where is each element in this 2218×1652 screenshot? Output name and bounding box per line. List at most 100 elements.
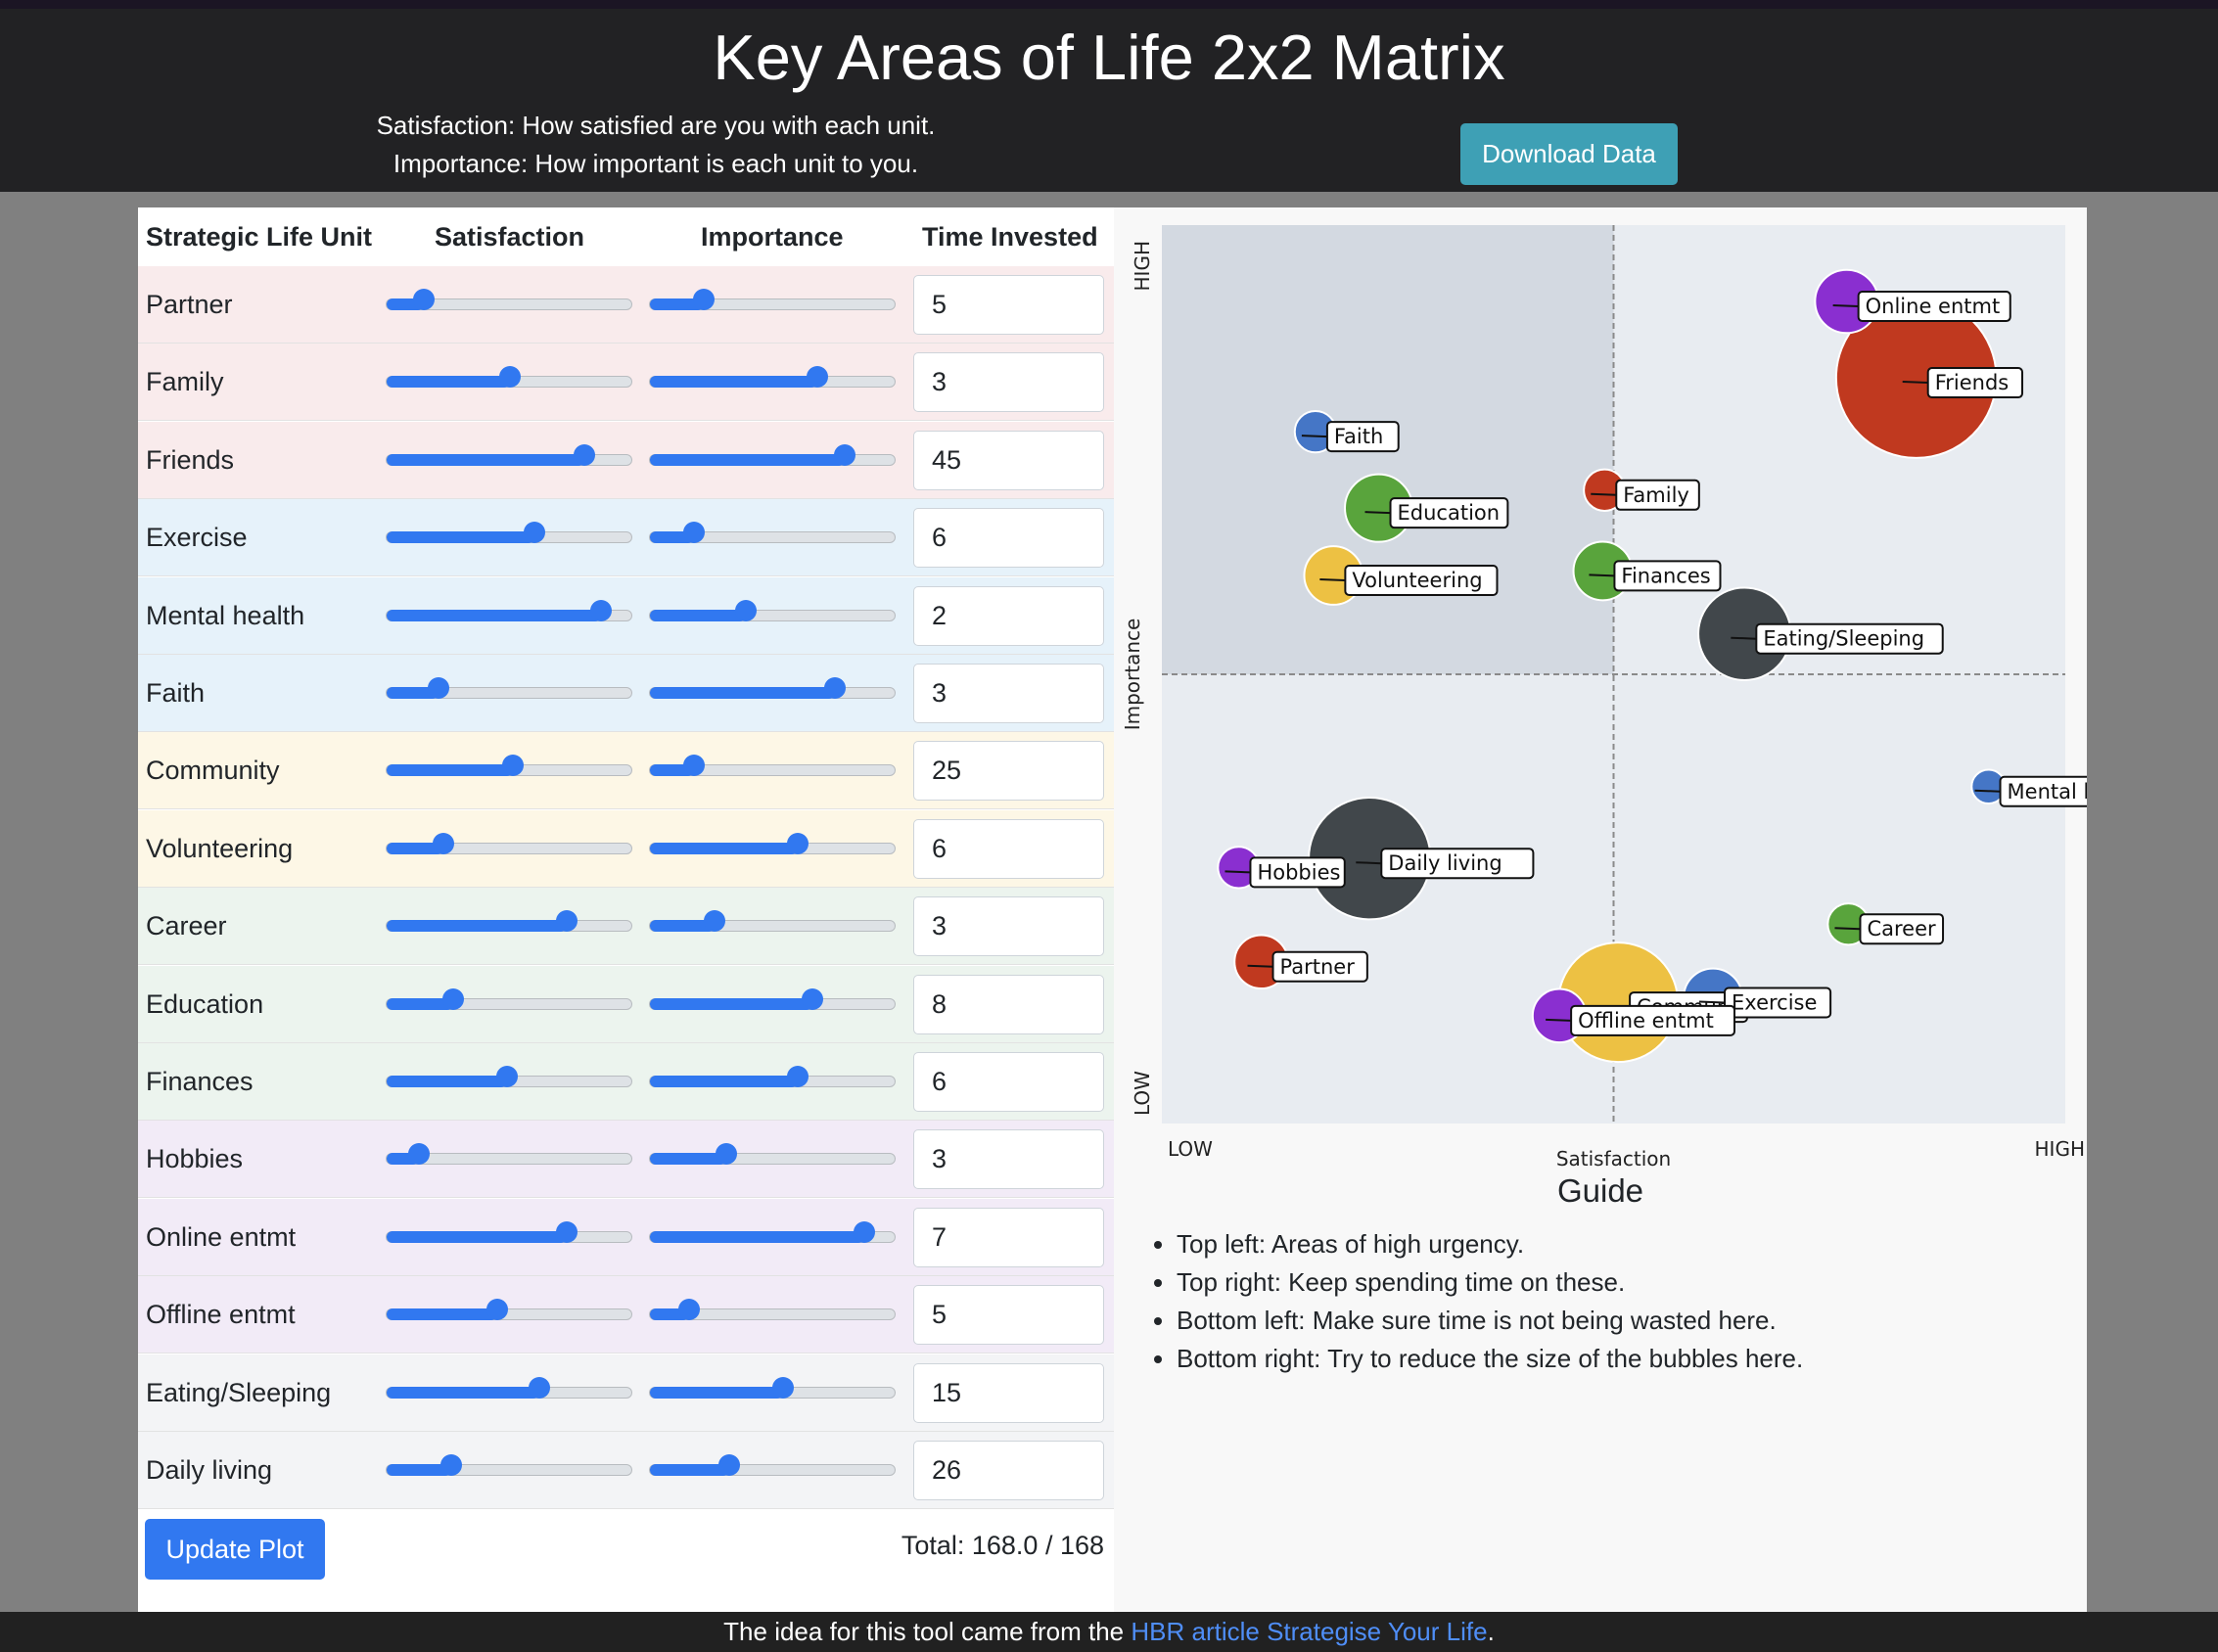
time-invested-input[interactable] [913,430,1104,490]
satisfaction-slider[interactable] [386,1220,632,1243]
satisfaction-slider-thumb[interactable] [427,677,449,699]
satisfaction-slider[interactable] [386,599,632,621]
time-invested-input[interactable] [913,664,1104,723]
importance-slider[interactable] [649,1066,896,1087]
time-invested-input[interactable] [913,585,1104,646]
satisfaction-slider[interactable] [386,910,632,933]
satisfaction-slider[interactable] [386,366,632,389]
time-invested-input[interactable] [913,1129,1104,1190]
hbr-article-link[interactable]: HBR article Strategise Your Life [1131,1617,1487,1646]
importance-slider-thumb[interactable] [678,1299,701,1321]
importance-slider[interactable] [649,910,896,933]
importance-slider[interactable] [649,832,896,854]
importance-slider[interactable] [649,987,896,1010]
bubble-label: Offline entmt [1578,1009,1714,1032]
importance-slider[interactable] [649,522,896,544]
satisfaction-slider-thumb[interactable] [555,1220,578,1243]
time-invested-input[interactable] [913,741,1104,802]
importance-slider-thumb[interactable] [717,1454,740,1476]
satisfaction-slider-thumb[interactable] [499,366,521,389]
time-invested-input[interactable] [913,896,1104,957]
importance-slider-thumb[interactable] [716,1143,738,1166]
importance-slider[interactable] [649,1220,896,1243]
importance-slider-thumb[interactable] [772,1376,795,1399]
importance-slider-thumb[interactable] [854,1220,876,1243]
satisfaction-slider-thumb[interactable] [573,443,595,466]
time-invested-input[interactable] [913,818,1104,879]
satisfaction-slider-thumb[interactable] [442,987,465,1010]
bubble-label: Exercise [1732,990,1817,1014]
satisfaction-slider[interactable] [386,677,632,699]
table-row: Hobbies [138,1121,1114,1199]
importance-slider-thumb[interactable] [787,1066,809,1087]
unit-label: Finances [146,1067,254,1096]
time-invested-input[interactable] [913,1207,1104,1267]
importance-slider-thumb[interactable] [703,910,725,933]
importance-slider-thumb[interactable] [683,755,706,777]
time-invested-input[interactable] [913,508,1104,569]
importance-slider[interactable] [649,289,896,310]
time-invested-input[interactable] [913,1285,1104,1346]
update-plot-button[interactable]: Update Plot [145,1519,325,1580]
label-leader [1319,578,1346,582]
importance-slider[interactable] [649,443,896,466]
satisfaction-slider[interactable] [386,289,632,310]
time-invested-input[interactable] [913,352,1104,413]
download-data-button[interactable]: Download Data [1460,123,1678,185]
time-invested-input[interactable] [913,275,1104,335]
table-row: Mental health [138,576,1114,655]
satisfaction-slider-thumb[interactable] [432,832,454,854]
time-total: Total: 168.0 / 168 [901,1531,1104,1560]
satisfaction-slider-thumb[interactable] [407,1143,430,1166]
satisfaction-slider-thumb[interactable] [439,1454,462,1476]
importance-slider-thumb[interactable] [802,987,824,1010]
guide-item: Bottom left: Make sure time is not being… [1177,1302,1803,1340]
satisfaction-slider[interactable] [386,1376,632,1399]
importance-slider[interactable] [649,1454,896,1476]
satisfaction-slider-thumb[interactable] [529,1376,551,1399]
satisfaction-slider-thumb[interactable] [496,1066,519,1087]
satisfaction-slider[interactable] [386,443,632,466]
importance-slider-thumb[interactable] [735,599,758,621]
unit-label: Offline entmt [146,1300,296,1330]
importance-slider[interactable] [649,1299,896,1321]
satisfaction-slider-thumb[interactable] [486,1299,509,1321]
time-invested-input[interactable] [913,1441,1104,1500]
importance-slider-thumb[interactable] [807,366,829,389]
guide-item: Bottom right: Try to reduce the size of … [1177,1340,1803,1378]
satisfaction-slider-thumb[interactable] [501,755,524,777]
label-leader [1247,964,1273,968]
importance-slider-thumb[interactable] [824,677,846,699]
footer-period: . [1487,1617,1495,1646]
satisfaction-slider[interactable] [386,1454,632,1476]
importance-slider[interactable] [649,1376,896,1399]
unit-label: Family [146,367,224,397]
importance-slider-fill [650,1386,784,1399]
satisfaction-slider[interactable] [386,1143,632,1166]
satisfaction-slider[interactable] [386,987,632,1010]
importance-slider-thumb[interactable] [834,443,856,466]
satisfaction-slider-thumb[interactable] [412,289,435,310]
satisfaction-slider-thumb[interactable] [524,522,546,544]
importance-slider[interactable] [649,599,896,621]
importance-slider[interactable] [649,1143,896,1166]
satisfaction-slider[interactable] [386,1066,632,1087]
importance-slider-thumb[interactable] [683,522,706,544]
satisfaction-slider[interactable] [386,522,632,544]
header-bar: Key Areas of Life 2x2 Matrix Satisfactio… [0,0,2218,192]
time-invested-input[interactable] [913,974,1104,1034]
label-leader [1364,511,1391,515]
time-invested-input[interactable] [913,1362,1104,1423]
satisfaction-slider-thumb[interactable] [555,910,578,933]
satisfaction-slider[interactable] [386,755,632,777]
satisfaction-slider-thumb[interactable] [590,599,613,621]
satisfaction-slider[interactable] [386,1299,632,1321]
importance-slider[interactable] [649,755,896,777]
importance-slider-thumb[interactable] [693,289,716,310]
importance-slider[interactable] [649,366,896,389]
importance-slider[interactable] [649,677,896,699]
satisfaction-slider[interactable] [386,832,632,854]
importance-slider-thumb[interactable] [787,832,809,854]
y-axis-title: Importance [1121,619,1144,731]
time-invested-input[interactable] [913,1052,1104,1112]
